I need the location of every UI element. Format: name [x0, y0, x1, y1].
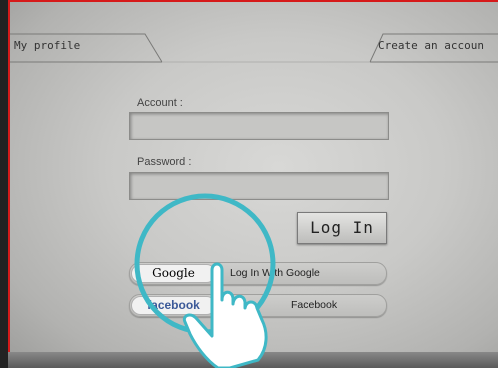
tap-gesture-overlay	[134, 193, 276, 368]
tap-hand-icon	[182, 262, 268, 368]
